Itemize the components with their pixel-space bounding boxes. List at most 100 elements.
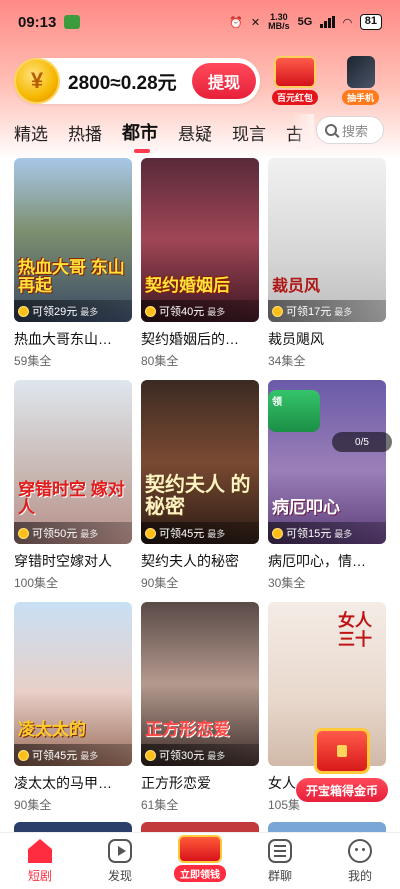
reward-strip: 可领29元 最多	[14, 300, 132, 322]
poster-title: 契约婚姻后	[145, 276, 230, 296]
drama-card[interactable]: 契约夫人 的秘密 可领45元 最多 契约夫人的秘密 90集全	[141, 380, 259, 602]
poster-title: 契约夫人 的秘密	[145, 474, 251, 518]
coin-icon	[145, 305, 156, 317]
reward-strip: 可领30元 最多	[141, 744, 259, 766]
drama-episodes: 59集全	[14, 354, 52, 368]
phone-icon	[346, 56, 375, 88]
tab-dushi[interactable]: 都市	[122, 119, 158, 153]
status-time: 09:13	[18, 13, 57, 31]
promo-phone-lottery[interactable]: 抽手机	[342, 56, 380, 105]
reward-suffix: 最多	[334, 306, 353, 317]
coin-balance-banner[interactable]: ¥ 2800≈0.28元 提现	[14, 58, 260, 104]
drama-title[interactable]: 病厄叩心，情…	[268, 551, 386, 571]
group-chat-icon	[268, 839, 292, 863]
coin-icon	[18, 305, 29, 317]
drama-title[interactable]: 契约婚姻后的…	[141, 329, 259, 349]
reward-strip: 可领45元 最多	[141, 522, 259, 544]
coin-balance-text: 2800≈0.28元	[68, 72, 177, 94]
task-progress-count[interactable]: 0/5	[332, 432, 392, 452]
tab-xuanyi[interactable]: 悬疑	[178, 120, 212, 145]
tab-rebo[interactable]: 热播	[68, 120, 102, 145]
drama-poster[interactable]: 正方形恋爱 可领30元 最多	[141, 602, 259, 766]
tab-fade	[292, 114, 314, 150]
drama-title[interactable]: 正方形恋爱	[141, 773, 259, 793]
drama-poster[interactable]: 裁员风 可领17元 最多	[268, 158, 386, 322]
drama-episodes: 80集全	[141, 354, 179, 368]
nav-label: 发现	[107, 869, 132, 883]
drama-card[interactable]: 裁员风 可领17元 最多 裁员飓风 34集全	[268, 158, 386, 380]
reward-suffix: 最多	[207, 306, 226, 317]
play-icon	[108, 839, 132, 863]
poster-title: 穿错时空 嫁对人	[18, 479, 125, 518]
wechat-notification-icon	[64, 15, 81, 29]
drama-episodes: 90集全	[14, 798, 52, 812]
gold-coin-icon: ¥	[14, 58, 60, 104]
drama-poster[interactable]: 契约夫人 的秘密 可领45元 最多	[141, 380, 259, 544]
poster-title: 病厄叩心	[272, 498, 340, 518]
mute-icon: ✕	[250, 16, 261, 29]
drama-title[interactable]: 凌太太的马甲…	[14, 773, 132, 793]
status-bar: 09:13 ⏰ ✕ 1.30 MB/s 5G ◠ 81	[0, 0, 400, 44]
drama-episodes: 34集全	[268, 354, 306, 368]
home-icon	[28, 839, 52, 863]
drama-title[interactable]: 穿错时空嫁对人	[14, 551, 132, 571]
nav-shortdrama[interactable]: 短剧	[0, 833, 80, 889]
drama-poster[interactable]: 穿错时空 嫁对人 可领50元 最多	[14, 380, 132, 544]
bottom-navigation: 短剧 发现 立即领钱 群聊 我的	[0, 832, 400, 889]
drama-episodes: 30集全	[268, 576, 306, 590]
reward-strip: 可领50元 最多	[14, 522, 132, 544]
drama-card[interactable]: 正方形恋爱 可领30元 最多 正方形恋爱 61集全	[141, 602, 259, 824]
coin-icon	[18, 527, 29, 539]
red-envelope-icon	[178, 835, 222, 863]
network-type: 5G	[297, 16, 313, 28]
promo-red-envelope-label: 百元红包	[272, 90, 319, 105]
drama-episodes: 90集全	[141, 576, 179, 590]
battery-icon: 81	[359, 14, 382, 30]
status-right: ⏰ ✕ 1.30 MB/s 5G ◠ 81	[229, 13, 382, 31]
drama-card[interactable]: 热血大哥 东山再起 可领29元 最多 热血大哥东山… 59集全	[14, 158, 132, 380]
nav-group-chat[interactable]: 群聊	[240, 833, 320, 889]
reward-strip: 可领45元 最多	[14, 744, 132, 766]
profile-icon	[348, 839, 372, 863]
promo-phone-label: 抽手机	[342, 90, 380, 105]
reward-suffix: 最多	[80, 306, 99, 317]
drama-title[interactable]: 裁员飓风	[268, 329, 386, 349]
coin-icon	[272, 305, 283, 317]
drama-poster[interactable]: 凌太太的 可领45元 最多	[14, 602, 132, 766]
drama-title[interactable]: 热血大哥东山…	[14, 329, 132, 349]
nav-earn-money[interactable]: 立即领钱	[160, 833, 240, 889]
drama-episodes: 100集全	[14, 576, 59, 590]
drama-poster[interactable]: 热血大哥 东山再起 可领29元 最多	[14, 158, 132, 322]
tab-xianyan[interactable]: 现言	[232, 120, 266, 145]
tab-jingxuan[interactable]: 精选	[14, 120, 48, 145]
nav-profile[interactable]: 我的	[320, 833, 400, 889]
search-placeholder: 搜索	[342, 123, 369, 139]
drama-card[interactable]: 契约婚姻后 可领40元 最多 契约婚姻后的… 80集全	[141, 158, 259, 380]
reward-strip: 可领15元 最多	[268, 522, 386, 544]
drama-poster[interactable]: 契约婚姻后 可领40元 最多	[141, 158, 259, 322]
poster-title: 女人 三十	[338, 611, 372, 649]
drama-card[interactable]: 穿错时空 嫁对人 可领50元 最多 穿错时空嫁对人 100集全	[14, 380, 132, 602]
withdraw-button[interactable]: 提现	[192, 63, 256, 99]
reward-suffix: 最多	[207, 750, 226, 761]
promo-red-envelope[interactable]: 百元红包	[272, 56, 319, 105]
poster-title: 正方形恋爱	[145, 720, 230, 740]
search-input[interactable]: 搜索	[316, 116, 384, 144]
open-chest-button[interactable]: 开宝箱得金币	[296, 778, 388, 802]
wifi-icon: ◠	[343, 16, 352, 29]
poster-title: 凌太太的	[18, 720, 86, 740]
net-speed-unit: MB/s	[268, 21, 290, 31]
reward-text: 可领45元	[159, 528, 205, 540]
task-progress-widget[interactable]: 领	[268, 390, 320, 432]
treasure-chest-widget[interactable]: 开宝箱得金币	[296, 728, 388, 806]
drama-title[interactable]: 契约夫人的秘密	[141, 551, 259, 571]
reward-strip: 可领40元 最多	[141, 300, 259, 322]
reward-text: 可领30元	[159, 750, 205, 762]
reward-suffix: 最多	[207, 528, 226, 539]
coin-icon	[145, 527, 156, 539]
nav-discover[interactable]: 发现	[80, 833, 160, 889]
drama-card[interactable]: 凌太太的 可领45元 最多 凌太太的马甲… 90集全	[14, 602, 132, 824]
nav-label: 我的	[347, 869, 372, 883]
reward-text: 可领15元	[286, 528, 332, 540]
coin-icon	[145, 749, 156, 761]
